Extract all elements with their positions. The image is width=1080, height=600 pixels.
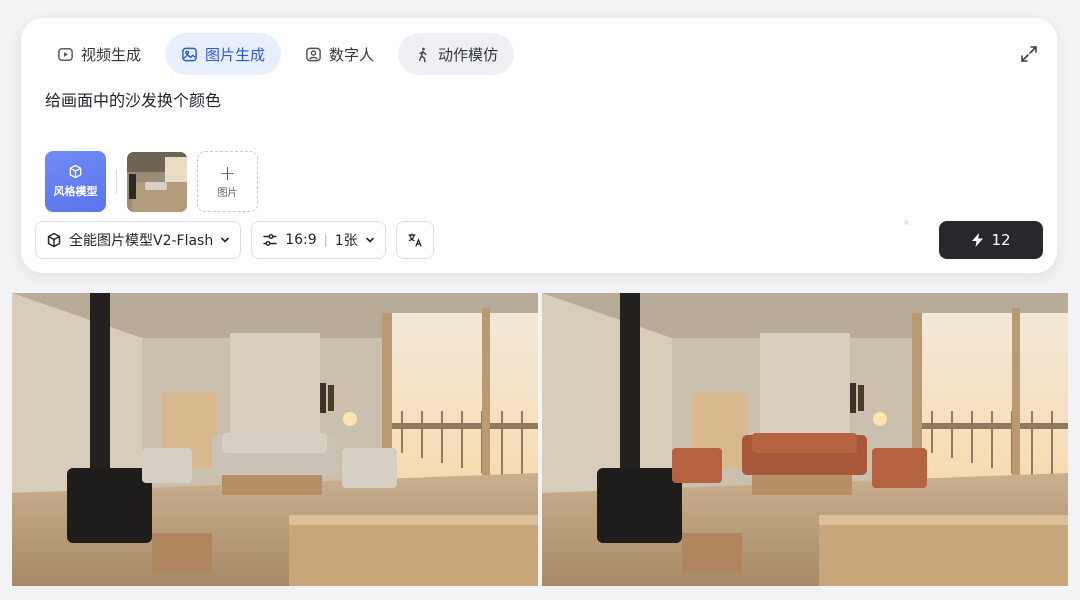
status-dot xyxy=(904,220,909,225)
lightning-icon xyxy=(972,233,984,247)
aspect-ratio-value: 16:9 xyxy=(285,232,317,248)
cube-icon xyxy=(69,164,82,179)
style-model-button[interactable]: 风格模型 xyxy=(45,151,106,212)
divider xyxy=(116,169,117,194)
translate-icon xyxy=(408,233,422,247)
reference-image-thumbnail[interactable] xyxy=(127,151,187,212)
ratio-divider: | xyxy=(323,233,328,247)
expand-icon[interactable] xyxy=(1019,44,1039,64)
tab-motion-imitation-label: 动作模仿 xyxy=(438,45,499,64)
tab-digital-human[interactable]: 数字人 xyxy=(289,33,390,75)
tab-motion-imitation[interactable]: 动作模仿 xyxy=(398,33,515,75)
edited-image[interactable] xyxy=(542,293,1068,586)
tab-image-label: 图片生成 xyxy=(205,45,266,64)
mode-tabs: 视频生成 图片生成 数字人 动作模仿 xyxy=(41,33,515,75)
settings-toolbar: 全能图片模型V2-Flash 16:9 | 1张 xyxy=(35,221,434,259)
credit-cost: 12 xyxy=(991,231,1011,249)
ratio-count-select[interactable]: 16:9 | 1张 xyxy=(251,221,386,259)
tab-video-label: 视频生成 xyxy=(81,45,142,64)
original-image[interactable] xyxy=(12,293,538,586)
generate-button[interactable]: 12 xyxy=(939,221,1043,259)
prompt-text[interactable]: 给画面中的沙发换个颜色 xyxy=(45,87,221,111)
model-select-value: 全能图片模型V2-Flash xyxy=(69,233,214,249)
tab-video[interactable]: 视频生成 xyxy=(41,33,157,75)
walking-person-icon xyxy=(418,47,427,62)
image-icon xyxy=(182,47,197,61)
model-select[interactable]: 全能图片模型V2-Flash xyxy=(35,221,242,259)
sliders-icon xyxy=(263,234,277,246)
generation-panel: 视频生成 图片生成 数字人 动作模仿 给画面中的沙发换个颜色 风格模型 + 图片… xyxy=(21,18,1057,273)
add-image-label: 图片 xyxy=(217,188,238,199)
plus-icon: + xyxy=(219,161,236,185)
chevron-down-icon xyxy=(221,237,230,243)
cube-icon xyxy=(47,232,61,248)
style-model-label: 风格模型 xyxy=(53,185,98,198)
chevron-down-icon xyxy=(365,237,374,243)
tab-image[interactable]: 图片生成 xyxy=(165,33,282,75)
add-image-button[interactable]: + 图片 xyxy=(197,151,258,212)
translate-button[interactable] xyxy=(395,221,434,259)
image-count-value: 1张 xyxy=(334,233,358,249)
digital-human-icon xyxy=(306,47,321,61)
tab-digital-human-label: 数字人 xyxy=(329,45,375,64)
video-icon xyxy=(58,47,73,61)
asset-row: 风格模型 + 图片 xyxy=(45,151,258,212)
